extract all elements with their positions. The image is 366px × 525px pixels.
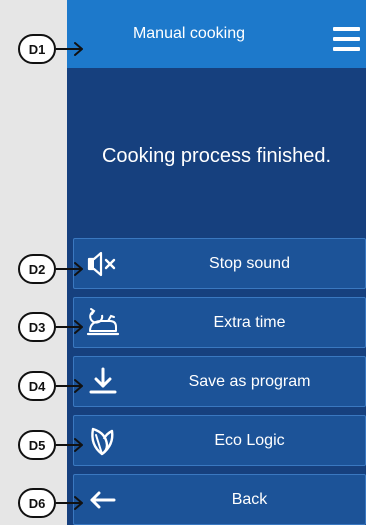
callout-d6: D6 <box>18 488 56 518</box>
extra-time-icon <box>86 308 120 336</box>
download-icon <box>89 367 117 394</box>
callout-arrow-d3 <box>56 320 83 334</box>
back-button[interactable]: Back <box>73 474 366 525</box>
callout-arrow-d2 <box>56 262 83 276</box>
stop-sound-button[interactable]: Stop sound <box>73 238 366 289</box>
screen-title: Manual cooking <box>132 25 246 42</box>
title-bar: Manual cooking <box>67 0 366 68</box>
save-as-program-label: Save as program <box>188 372 311 390</box>
callout-arrow-d5 <box>56 438 83 452</box>
control-panel-screen: Manual cooking Cooking process finished.… <box>67 0 366 525</box>
callout-d4: D4 <box>18 371 56 401</box>
eco-logic-button[interactable]: Eco Logic <box>73 415 366 466</box>
speaker-mute-icon <box>87 251 116 277</box>
callout-arrow-d6 <box>56 496 83 510</box>
hamburger-menu-icon[interactable] <box>333 27 360 51</box>
leaf-icon <box>91 427 114 456</box>
callout-d1: D1 <box>18 34 56 64</box>
extra-time-button[interactable]: Extra time <box>73 297 366 348</box>
eco-logic-label: Eco Logic <box>214 431 285 449</box>
status-message: Cooking process finished. <box>101 144 331 167</box>
stop-sound-label: Stop sound <box>209 254 290 272</box>
extra-time-label: Extra time <box>213 313 286 331</box>
back-label: Back <box>231 490 268 508</box>
back-arrow-icon <box>90 491 116 509</box>
callout-d5: D5 <box>18 430 56 460</box>
callout-arrow-d1 <box>56 42 83 56</box>
callout-d3: D3 <box>18 312 56 342</box>
save-as-program-button[interactable]: Save as program <box>73 356 366 407</box>
callout-arrow-d4 <box>56 379 83 393</box>
callout-d2: D2 <box>18 254 56 284</box>
